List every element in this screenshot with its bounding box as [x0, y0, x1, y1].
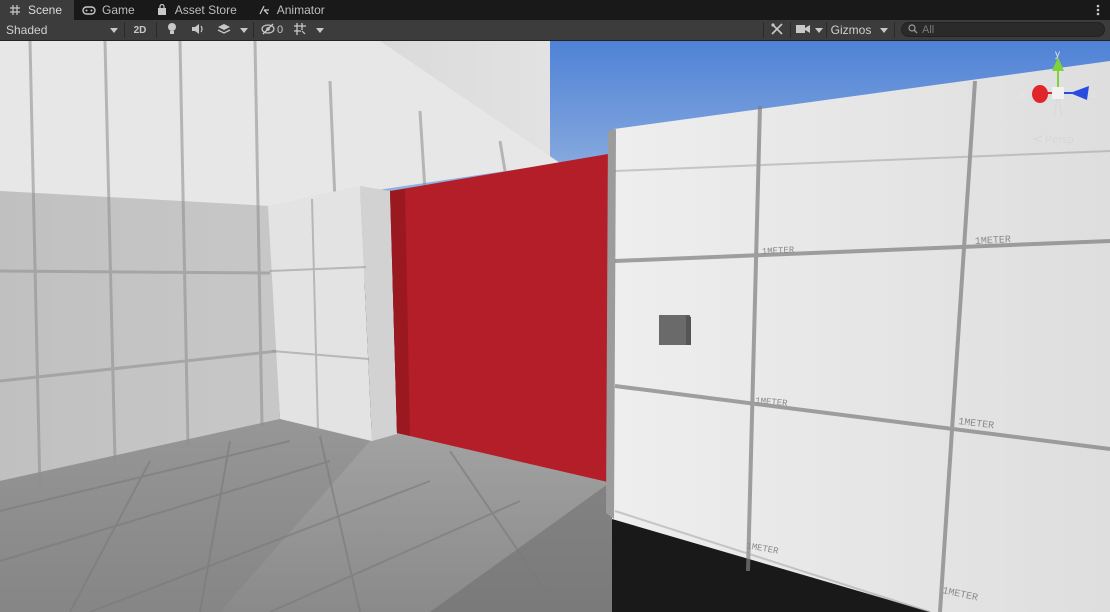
toolbar-divider — [826, 22, 827, 38]
chevron-down-icon — [316, 27, 324, 33]
toolbar-divider — [253, 22, 254, 38]
hidden-objects-toggle[interactable]: 0 — [257, 20, 287, 40]
inner-box-front — [268, 186, 372, 441]
tab-asset-store[interactable]: Asset Store — [147, 0, 249, 20]
gizmos-button[interactable]: Gizmos — [828, 20, 874, 40]
audio-toggle-button[interactable] — [187, 20, 209, 40]
wrench-icon — [770, 22, 784, 39]
grid-dropdown-button[interactable] — [313, 20, 327, 40]
lighting-toggle-button[interactable] — [161, 20, 183, 40]
scene-render: 1METER 1METER 1METER 1METER 1METER 1METE… — [0, 41, 1110, 612]
chevron-down-icon — [815, 27, 823, 33]
tab-game[interactable]: Game — [74, 0, 147, 20]
projection-toggle[interactable]: Persp — [1032, 134, 1074, 146]
toggle-2d-label: 2D — [133, 24, 147, 36]
draw-mode-dropdown[interactable]: Shaded — [0, 20, 124, 40]
grid-toggle-button[interactable] — [289, 20, 311, 40]
gizmos-label: Gizmos — [830, 23, 872, 37]
gamepad-icon — [82, 3, 96, 17]
grid-icon — [8, 3, 22, 17]
chevron-down-icon — [880, 27, 888, 33]
toolbar-divider — [763, 22, 764, 38]
hidden-objects-count: 0 — [276, 24, 284, 36]
chevron-down-icon — [110, 27, 118, 33]
grey-cube-side — [686, 315, 691, 345]
toolbar-divider — [894, 22, 895, 38]
tab-animator[interactable]: Animator — [249, 0, 337, 20]
scene-tab-bar: Scene Game Asset Store Animator — [0, 0, 1110, 20]
gizmos-dropdown-button[interactable] — [876, 20, 892, 40]
axis-x-label: x — [1020, 90, 1025, 101]
toggle-2d-button[interactable]: 2D — [127, 20, 153, 40]
orientation-gizmo[interactable]: y x z — [1014, 47, 1104, 147]
perspective-icon — [1032, 134, 1043, 146]
projection-label: Persp — [1045, 134, 1074, 146]
effects-dropdown-button[interactable] — [237, 20, 251, 40]
scene-viewport[interactable]: 1METER 1METER 1METER 1METER 1METER 1METE… — [0, 41, 1110, 612]
chevron-down-icon — [240, 27, 248, 33]
axis-x-cone[interactable] — [1032, 85, 1048, 103]
draw-mode-value: Shaded — [6, 23, 48, 37]
camera-settings-button[interactable] — [793, 20, 813, 40]
tab-scene-label: Scene — [28, 3, 63, 17]
toolbar-divider — [790, 22, 791, 38]
lightbulb-icon — [166, 22, 178, 39]
speaker-icon — [191, 23, 205, 38]
search-input[interactable] — [922, 23, 1092, 36]
tab-asset-store-label: Asset Store — [174, 3, 237, 17]
red-wall — [390, 153, 614, 483]
animator-icon — [257, 3, 271, 17]
search-icon — [908, 23, 918, 37]
store-bag-icon — [155, 3, 169, 17]
wall-marking-label: 1METER — [762, 245, 795, 257]
grid-snap-icon — [293, 22, 307, 39]
tab-game-label: Game — [102, 3, 135, 17]
wall-marking-label: 1METER — [975, 235, 1012, 248]
axis-y-label: y — [1055, 49, 1060, 60]
toolbar-divider — [156, 22, 157, 38]
axis-z-label: z — [1091, 89, 1096, 100]
gizmo-center-cube[interactable] — [1052, 87, 1064, 99]
effects-toggle-button[interactable] — [213, 20, 235, 40]
grey-cube — [659, 315, 690, 345]
layers-icon — [217, 22, 231, 39]
camera-dropdown-button[interactable] — [813, 20, 825, 40]
toolbar-divider — [124, 22, 125, 38]
tools-button[interactable] — [766, 20, 788, 40]
axis-z-cone[interactable] — [1070, 86, 1089, 100]
scene-search-field[interactable] — [901, 22, 1105, 37]
more-options-icon[interactable] — [1094, 2, 1102, 18]
camera-icon — [796, 23, 810, 37]
tab-animator-label: Animator — [276, 3, 325, 17]
eye-slash-icon — [261, 23, 275, 38]
tab-scene[interactable]: Scene — [0, 0, 75, 20]
